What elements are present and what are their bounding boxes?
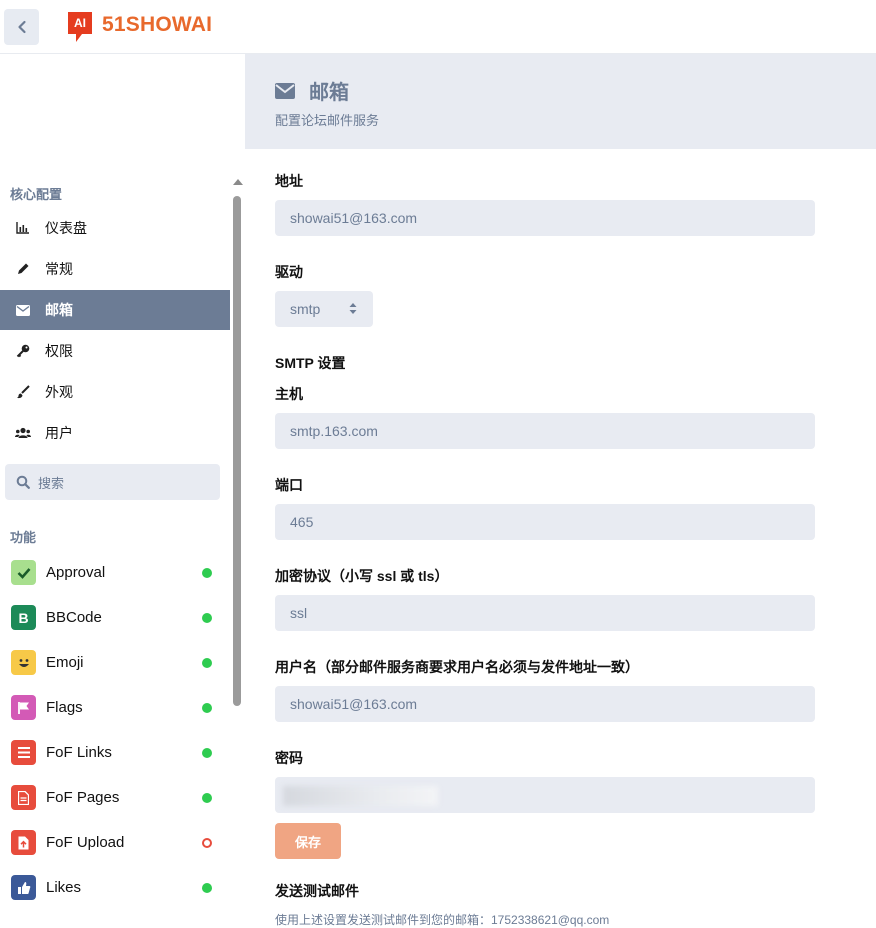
host-label: 主机 [275, 386, 303, 402]
sidebar-search-input[interactable]: 搜索 [5, 464, 220, 500]
extension-name: FoF Links [46, 744, 112, 761]
sidebar-scrollbar[interactable] [230, 172, 245, 925]
page-title: 邮箱 [275, 76, 349, 105]
sidebar-item-general[interactable]: 常规 [0, 249, 230, 289]
sidebar-item-label: 邮箱 [45, 302, 73, 318]
extension-item-fof-upload[interactable]: FoF Upload [0, 820, 230, 865]
sidebar-item-email[interactable]: 邮箱 [0, 290, 230, 330]
file-icon [11, 785, 36, 810]
extension-name: Emoji [46, 654, 84, 671]
extension-name: Flags [46, 699, 83, 716]
host-input[interactable]: smtp.163.com [275, 413, 815, 449]
driver-label: 驱动 [275, 264, 303, 280]
sidebar: 核心配置 仪表盘 常规 邮箱 权限 外观 用户 搜索 功能 Approval B… [0, 172, 245, 925]
status-dot [202, 702, 212, 713]
username-input[interactable]: showai51@163.com [275, 686, 815, 722]
page-subtitle: 配置论坛邮件服务 [275, 113, 380, 128]
scroll-up-icon[interactable] [233, 179, 243, 185]
status-dot [202, 657, 212, 668]
port-input[interactable]: 465 [275, 504, 815, 540]
extension-name: FoF Upload [46, 834, 125, 851]
port-label: 端口 [275, 477, 303, 493]
smile-icon [11, 650, 36, 675]
sidebar-item-label: 仪表盘 [45, 220, 87, 236]
status-dot [202, 612, 212, 623]
driver-select[interactable]: smtp [275, 291, 373, 327]
chart-icon [15, 220, 31, 236]
status-dot [202, 747, 212, 758]
chevron-left-icon [17, 20, 26, 34]
upload-icon [11, 830, 36, 855]
encryption-input[interactable]: ssl [275, 595, 815, 631]
check-icon [11, 560, 36, 585]
extension-item-fof-links[interactable]: FoF Links [0, 730, 230, 775]
encryption-label: 加密协议（小写 ssl 或 tls） [275, 568, 449, 584]
save-button[interactable]: 保存 [275, 823, 341, 859]
sort-caret-icon [349, 303, 357, 314]
redacted-password [283, 786, 438, 806]
svg-text:AI: AI [74, 16, 86, 30]
username-label: 用户名（部分邮件服务商要求用户名必须与发件地址一致） [275, 659, 639, 675]
sidebar-item-users[interactable]: 用户 [0, 413, 230, 453]
sidebar-item-label: 权限 [45, 343, 73, 359]
status-dot [202, 567, 212, 578]
bold-icon: B [11, 605, 36, 630]
envelope-icon [15, 302, 31, 318]
pencil-icon [15, 261, 31, 277]
sidebar-item-label: 用户 [45, 425, 73, 441]
sidebar-item-label: 常规 [45, 261, 73, 277]
search-icon [16, 475, 30, 489]
extension-item-flags[interactable]: Flags [0, 685, 230, 730]
users-icon [15, 425, 31, 441]
features-section-label: 功能 [10, 530, 37, 545]
extension-name: BBCode [46, 609, 102, 626]
extension-item-likes[interactable]: Likes [0, 865, 230, 910]
extension-item-approval[interactable]: Approval [0, 550, 230, 595]
sidebar-item-permissions[interactable]: 权限 [0, 331, 230, 371]
status-dot [202, 837, 212, 848]
core-section-label: 核心配置 [10, 187, 63, 202]
password-label: 密码 [275, 750, 303, 766]
site-logo[interactable]: AI 51SHOWAI [68, 12, 213, 42]
list-icon [11, 740, 36, 765]
extension-name: Likes [46, 879, 82, 896]
extension-item-bbcode[interactable]: B BBCode [0, 595, 230, 640]
password-input[interactable] [275, 777, 815, 813]
logo-badge-icon: AI [68, 12, 94, 42]
extension-item-fof-pages[interactable]: FoF Pages [0, 775, 230, 820]
envelope-icon [275, 82, 295, 99]
key-icon [15, 343, 31, 359]
search-placeholder: 搜索 [38, 475, 65, 491]
test-email-title: 发送测试邮件 [275, 883, 359, 899]
thumbs-up-icon [11, 875, 36, 900]
address-input[interactable]: showai51@163.com [275, 200, 815, 236]
extension-item-emoji[interactable]: Emoji [0, 640, 230, 685]
status-dot [202, 792, 212, 803]
top-bar: AI 51SHOWAI [0, 0, 876, 54]
driver-selected-value: smtp [290, 301, 321, 317]
logo-text: 51SHOWAI [102, 13, 213, 36]
smtp-section-title: SMTP 设置 [275, 355, 346, 371]
flag-icon [11, 695, 36, 720]
sidebar-item-label: 外观 [45, 384, 73, 400]
scrollbar-thumb[interactable] [233, 196, 241, 706]
sidebar-item-appearance[interactable]: 外观 [0, 372, 230, 412]
paintbrush-icon [15, 384, 31, 400]
status-dot [202, 882, 212, 893]
page-title-text: 邮箱 [309, 82, 349, 104]
test-email-hint: 使用上述设置发送测试邮件到您的邮箱：1752338621@qq.com [275, 913, 610, 927]
page-hero: 邮箱 配置论坛邮件服务 [245, 54, 876, 149]
extension-name: FoF Pages [46, 789, 120, 806]
back-button[interactable] [4, 9, 39, 45]
sidebar-item-dashboard[interactable]: 仪表盘 [0, 208, 230, 248]
address-label: 地址 [275, 173, 303, 189]
extension-name: Approval [46, 564, 106, 581]
